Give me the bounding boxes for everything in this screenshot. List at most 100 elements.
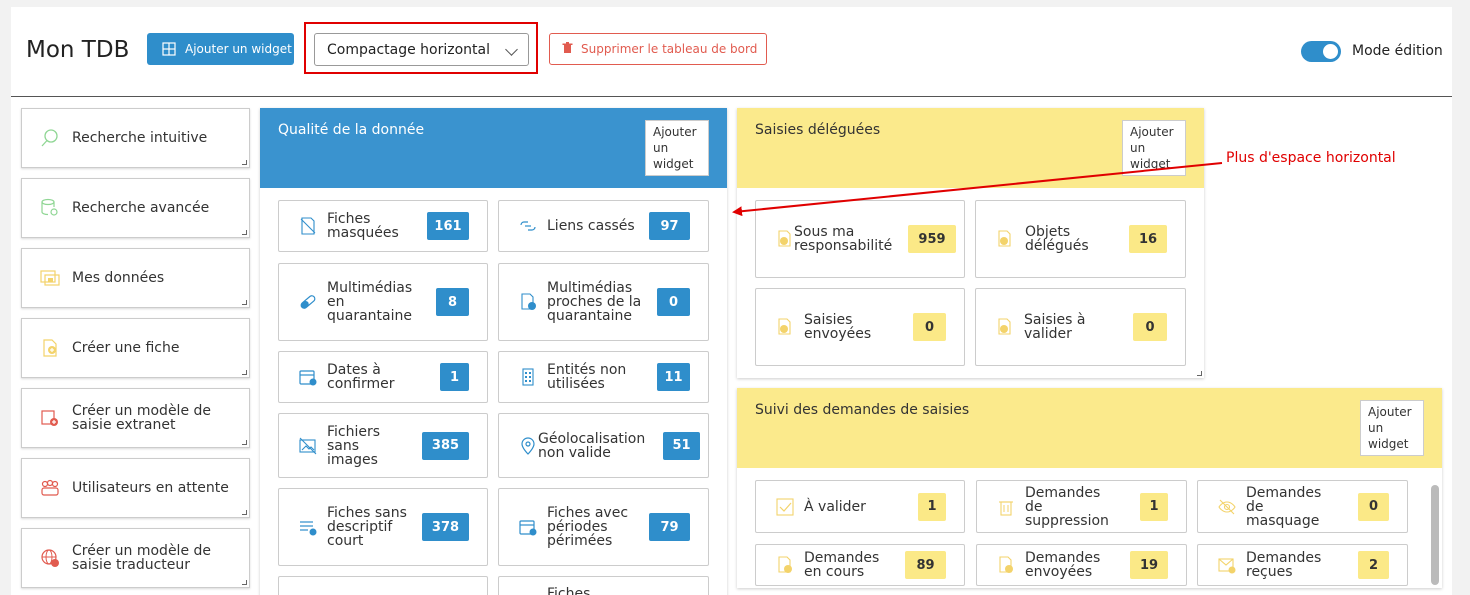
card-fiches-masquees[interactable]: Fiches masquées 161 bbox=[278, 200, 488, 252]
card-demandes-suppression[interactable]: Demandes de suppression 1 bbox=[976, 480, 1187, 533]
card-count-badge: 0 bbox=[913, 313, 946, 341]
card-count-badge: 161 bbox=[427, 212, 469, 240]
resize-handle[interactable] bbox=[1197, 371, 1202, 376]
card-demandes-recues[interactable]: Demandes reçues 2 bbox=[1197, 544, 1408, 586]
card-dates-confirmer[interactable]: Dates à confirmer 1 bbox=[278, 351, 488, 403]
quality-add-widget-button[interactable]: Ajouter un widget bbox=[645, 120, 709, 176]
resize-handle[interactable] bbox=[242, 370, 247, 375]
resize-handle[interactable] bbox=[242, 510, 247, 515]
requests-panel: Suivi des demandes de saisies Ajouter un… bbox=[737, 388, 1442, 588]
card-count-badge: 1 bbox=[918, 492, 946, 521]
quality-panel: Qualité de la donnée Ajouter un widget F… bbox=[260, 108, 727, 595]
card-count-badge: 0 bbox=[1358, 492, 1389, 521]
pill-icon bbox=[299, 293, 317, 311]
card-fiches-periodes-perimees[interactable]: Fiches avec périodes périmées 79 bbox=[498, 488, 709, 566]
sidebar-item-mes-donnees[interactable]: Mes données bbox=[21, 248, 250, 308]
card-count-badge: 1 bbox=[1140, 492, 1168, 521]
compaction-value: Compactage horizontal bbox=[327, 41, 490, 58]
card-liens-casses[interactable]: Liens cassés 97 bbox=[498, 200, 709, 252]
add-widget-button[interactable]: Ajouter un widget bbox=[147, 33, 294, 65]
card-label: Demandes reçues bbox=[1246, 550, 1322, 580]
sidebar-item-label: Recherche avancée bbox=[72, 200, 210, 216]
calendar-check-icon bbox=[299, 368, 317, 386]
card-count-badge: 79 bbox=[649, 513, 690, 541]
media-warning-icon bbox=[519, 293, 537, 311]
sidebar-item-modele-extranet[interactable]: Créer un modèle de saisie extranet bbox=[21, 388, 250, 448]
sidebar-item-creer-fiche[interactable]: Créer une fiche bbox=[21, 318, 250, 378]
pending-request-icon bbox=[776, 556, 794, 574]
sidebar-item-recherche-intuitive[interactable]: Recherche intuitive bbox=[21, 108, 250, 168]
card-count-badge: 51 bbox=[663, 431, 700, 460]
sidebar-item-recherche-avancee[interactable]: Recherche avancée bbox=[21, 178, 250, 238]
card-count-badge: 378 bbox=[422, 513, 469, 541]
resize-handle[interactable] bbox=[242, 160, 247, 165]
card-sous-responsabilite[interactable]: Sous ma responsabilité 959 bbox=[755, 200, 965, 278]
toggle-knob bbox=[1323, 44, 1338, 59]
card-label: Liens cassés bbox=[547, 218, 635, 234]
hidden-record-icon bbox=[299, 217, 317, 235]
text-lines-icon bbox=[299, 518, 317, 536]
toolbar: Mon TDB Ajouter un widget Compactage hor… bbox=[11, 7, 1452, 97]
delegated-panel: Saisies déléguées Ajouter un widget Sous… bbox=[737, 108, 1204, 378]
sidebar-item-utilisateurs-attente[interactable]: Utilisateurs en attente bbox=[21, 458, 250, 518]
edit-mode-toggle[interactable] bbox=[1301, 41, 1341, 62]
card-label: Demandes de suppression bbox=[1025, 484, 1109, 529]
widget-grid-icon bbox=[159, 39, 179, 59]
add-widget-label: Ajouter un widget bbox=[185, 42, 292, 56]
delegated-panel-header: Saisies déléguées Ajouter un widget bbox=[737, 108, 1204, 188]
quality-panel-title: Qualité de la donnée bbox=[278, 122, 425, 138]
requests-add-widget-button[interactable]: Ajouter un widget bbox=[1360, 400, 1424, 456]
search-icon bbox=[40, 128, 60, 148]
create-record-icon bbox=[40, 338, 60, 358]
card-a-valider[interactable]: À valider 1 bbox=[755, 480, 965, 533]
users-pending-icon bbox=[40, 478, 60, 498]
trash-outline-icon bbox=[997, 498, 1015, 516]
delegated-object-icon bbox=[996, 230, 1014, 248]
card-fichiers-sans-images[interactable]: Fichiers sans images 385 bbox=[278, 413, 488, 478]
card-label: Multimédias proches de la quarantaine bbox=[547, 280, 642, 324]
card-count-badge: 959 bbox=[908, 225, 956, 253]
card-demandes-envoyees[interactable]: Demandes envoyées 19 bbox=[976, 544, 1187, 586]
sent-entry-icon bbox=[776, 318, 794, 336]
card-objets-delegues[interactable]: Objets délégués 16 bbox=[975, 200, 1186, 278]
card-count-badge: 0 bbox=[657, 288, 690, 316]
location-pin-icon bbox=[519, 436, 537, 455]
resize-handle[interactable] bbox=[242, 300, 247, 305]
database-search-icon bbox=[40, 198, 60, 218]
data-icon bbox=[40, 268, 60, 288]
card-count-badge: 19 bbox=[1130, 551, 1168, 579]
check-square-icon bbox=[776, 497, 794, 516]
card-partial-2[interactable]: Fiches bbox=[498, 576, 709, 595]
card-label: À valider bbox=[804, 498, 866, 515]
sidebar-item-label: Recherche intuitive bbox=[72, 130, 208, 146]
resize-handle[interactable] bbox=[242, 230, 247, 235]
card-count-badge: 1 bbox=[440, 363, 469, 391]
card-demandes-en-cours[interactable]: Demandes en cours 89 bbox=[755, 544, 965, 586]
sidebar-item-label: Créer un modèle de saisie traducteur bbox=[72, 543, 212, 573]
resize-handle[interactable] bbox=[242, 580, 247, 585]
card-count-badge: 97 bbox=[649, 212, 690, 240]
card-entites-non-utilisees[interactable]: Entités non utilisées 11 bbox=[498, 351, 709, 403]
card-saisies-envoyees[interactable]: Saisies envoyées 0 bbox=[755, 288, 965, 366]
card-partial-1[interactable] bbox=[278, 576, 488, 595]
delete-dashboard-label: Supprimer le tableau de bord bbox=[581, 42, 758, 56]
delete-dashboard-button[interactable]: Supprimer le tableau de bord bbox=[549, 33, 767, 65]
dashboard-page: Mon TDB Ajouter un widget Compactage hor… bbox=[11, 7, 1452, 595]
compaction-select[interactable]: Compactage horizontal bbox=[314, 33, 529, 66]
sidebar-item-modele-traducteur[interactable]: Créer un modèle de saisie traducteur bbox=[21, 528, 250, 588]
validate-entry-icon bbox=[996, 318, 1014, 336]
card-demandes-masquage[interactable]: Demandes de masquage 0 bbox=[1197, 480, 1408, 533]
requests-panel-header: Suivi des demandes de saisies Ajouter un… bbox=[737, 388, 1442, 468]
card-label: Demandes envoyées bbox=[1025, 550, 1101, 580]
card-geolocalisation[interactable]: Géolocalisation non valide 51 bbox=[498, 413, 709, 478]
card-multimedias-quarantaine[interactable]: Multimédias en quarantaine 8 bbox=[278, 263, 488, 341]
card-count-badge: 0 bbox=[1133, 313, 1167, 341]
card-fiches-sans-descriptif[interactable]: Fiches sans descriptif court 378 bbox=[278, 488, 488, 566]
delegated-add-widget-button[interactable]: Ajouter un widget bbox=[1122, 120, 1186, 176]
card-multimedias-proches[interactable]: Multimédias proches de la quarantaine 0 bbox=[498, 263, 709, 341]
card-label: Saisies envoyées bbox=[804, 312, 872, 342]
eye-slash-icon bbox=[1218, 498, 1236, 516]
resize-handle[interactable] bbox=[242, 440, 247, 445]
requests-scrollbar[interactable] bbox=[1431, 485, 1439, 585]
card-saisies-a-valider[interactable]: Saisies à valider 0 bbox=[975, 288, 1186, 366]
